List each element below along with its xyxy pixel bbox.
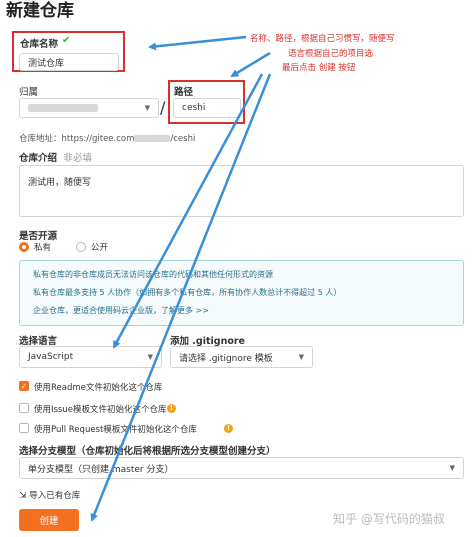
info-line-2: 私有仓库最多支持 5 人协作（如拥有多个私有仓库，所有协作人数总计不得超过 5 … xyxy=(33,288,342,297)
repo-name-input[interactable]: 测试仓库 xyxy=(19,53,119,71)
intro-hint: 非必填 xyxy=(63,153,92,164)
info-icon[interactable]: ! xyxy=(224,424,233,433)
branch-model-select[interactable]: 单分支模型（只创建 master 分支） ▼ xyxy=(19,457,464,479)
repo-name-label: 仓库名称 xyxy=(20,39,59,50)
path-input[interactable]: ceshi xyxy=(173,98,241,118)
radio-public[interactable] xyxy=(76,242,86,252)
import-repo-label: 导入已有仓库 xyxy=(29,491,81,501)
owner-select[interactable]: ▼ xyxy=(19,98,159,118)
gitignore-label: 添加 .gitignore xyxy=(170,336,245,347)
info-icon[interactable]: ! xyxy=(167,404,176,413)
language-label: 选择语言 xyxy=(19,336,58,347)
pr-template-checkbox-label: 使用Pull Request模板文件初始化这个仓库 xyxy=(34,425,197,435)
gitignore-select[interactable]: 请选择 .gitignore 模板 ▼ xyxy=(170,346,313,368)
chevron-down-icon: ▼ xyxy=(298,353,304,361)
repo-address-prefix: https://gitee.com xyxy=(61,134,135,144)
pr-template-checkbox[interactable] xyxy=(19,423,29,433)
repo-address-label: 仓库地址： xyxy=(19,134,62,144)
arrow-to-repo-name xyxy=(148,35,247,51)
owner-label: 归属 xyxy=(19,87,39,98)
import-icon: ⇲ xyxy=(19,491,27,501)
import-repo-link[interactable]: ⇲ 导入已有仓库 xyxy=(19,489,80,501)
readme-checkbox-label: 使用Readme文件初始化这个仓库 xyxy=(34,383,163,393)
chevron-down-icon: ▼ xyxy=(144,104,150,112)
create-button[interactable]: 创建 xyxy=(19,509,79,531)
radio-private[interactable] xyxy=(19,242,29,252)
repo-address-owner xyxy=(134,135,171,142)
radio-private-label: 私有 xyxy=(34,243,52,253)
path-separator: / xyxy=(160,98,166,117)
intro-label-text: 仓库介绍 xyxy=(19,153,58,164)
annotation-note-1: 名称、路径，根据自己习惯写，随便写 xyxy=(250,34,395,44)
check-icon: ✔ xyxy=(62,35,71,46)
readme-checkbox[interactable]: ✓ xyxy=(19,381,29,391)
visibility-label: 是否开源 xyxy=(19,231,58,242)
annotation-note-2b: 最后点击 创建 按钮 xyxy=(282,63,356,73)
chevron-down-icon: ▼ xyxy=(147,353,153,361)
page-title: 新建仓库 xyxy=(6,1,74,21)
chevron-down-icon: ▼ xyxy=(449,464,455,472)
info-line-1: 私有仓库的非仓库成员无法访问该仓库的代码和其他任何形式的资源 xyxy=(33,270,273,279)
repo-address-suffix: /ceshi xyxy=(170,134,196,144)
intro-textarea[interactable]: 测试用，随便写 xyxy=(19,165,464,217)
radio-public-label: 公开 xyxy=(91,243,109,253)
repo-address: 仓库地址：https://gitee.com/ceshi xyxy=(19,132,195,144)
annotation-note-2a: 语言根据自己的项目选 xyxy=(288,49,374,59)
owner-value xyxy=(28,104,98,112)
issue-template-checkbox[interactable] xyxy=(19,403,29,413)
branch-model-label: 选择分支模型（仓库初始化后将根据所选分支模型创建分支） xyxy=(19,446,276,457)
arrow-to-path xyxy=(230,51,271,78)
issue-template-checkbox-label: 使用Issue模板文件初始化这个仓库 xyxy=(34,405,167,415)
watermark: 知乎 @写代码的猫叔 xyxy=(333,512,445,526)
language-value: JavaScript xyxy=(28,352,74,362)
info-line-3-link[interactable]: 企业仓库，更适合使用码云企业版，了解更多 >> xyxy=(33,305,209,316)
path-label: 路径 xyxy=(174,87,194,98)
branch-model-value: 单分支模型（只创建 master 分支） xyxy=(28,464,174,475)
gitignore-value: 请选择 .gitignore 模板 xyxy=(179,353,273,364)
language-select[interactable]: JavaScript ▼ xyxy=(19,346,162,368)
intro-label: 仓库介绍 非必填 xyxy=(19,150,92,164)
